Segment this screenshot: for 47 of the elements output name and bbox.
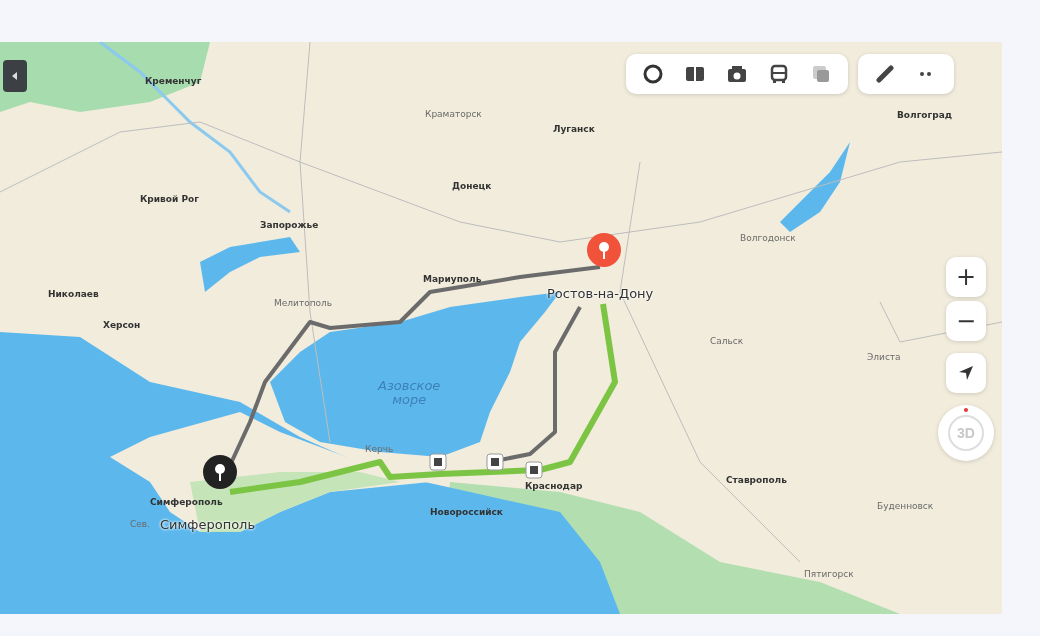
city-label: Запорожье	[260, 221, 319, 231]
bus-icon	[769, 64, 789, 84]
city-label: Кременчуг	[145, 77, 202, 87]
city-label: Херсон	[103, 321, 141, 331]
caret-icon	[12, 72, 18, 80]
camera-icon	[726, 64, 748, 84]
ruler-icon	[876, 65, 894, 83]
city-label: Донецк	[452, 182, 492, 192]
city-label: Кривой Рог	[140, 195, 199, 205]
my-location-button[interactable]	[946, 353, 986, 393]
city-label: Элиста	[867, 353, 901, 363]
city-label: Волгоград	[897, 111, 952, 121]
traffic-button[interactable]	[642, 63, 664, 85]
city-label: Керчь	[365, 445, 394, 455]
city-label: Сальск	[710, 337, 744, 347]
start-pin-icon	[203, 455, 237, 489]
city-label: Мелитополь	[274, 299, 333, 309]
zoom-in-button[interactable]: +	[946, 257, 986, 297]
more-icon	[920, 72, 934, 76]
city-label: Краматорск	[425, 110, 482, 120]
city-label: Буденновск	[877, 502, 934, 512]
sea-label: Азовское море	[378, 379, 441, 407]
city-label: Краснодар	[525, 482, 583, 492]
layers-button[interactable]	[810, 63, 832, 85]
city-label: Новороссийск	[430, 508, 503, 518]
city-label: Ростов-на-Дону	[547, 287, 654, 301]
circle-icon	[642, 63, 664, 85]
city-label: Луганск	[553, 125, 595, 135]
layers-icon	[811, 64, 831, 84]
route-marker-icon	[429, 453, 447, 471]
city-label: Сев.	[130, 520, 150, 530]
route-marker-icon	[525, 461, 543, 479]
ruler-button[interactable]	[874, 63, 896, 85]
camera-button[interactable]	[726, 63, 748, 85]
map-book-icon	[684, 64, 706, 84]
arrow-icon	[958, 365, 974, 381]
city-label: Пятигорск	[804, 570, 854, 580]
city-label: Николаев	[48, 290, 99, 300]
collapse-panel-button[interactable]	[3, 60, 27, 92]
route-marker-icon	[486, 453, 504, 471]
north-marker-icon	[964, 408, 968, 412]
city-label: Ставрополь	[726, 476, 787, 486]
city-label: Мариуполь	[423, 275, 482, 285]
zoom-out-button[interactable]: −	[946, 301, 986, 341]
destination-pin-icon	[587, 233, 621, 267]
transit-button[interactable]	[768, 63, 790, 85]
city-label: Волгодонск	[740, 234, 796, 244]
